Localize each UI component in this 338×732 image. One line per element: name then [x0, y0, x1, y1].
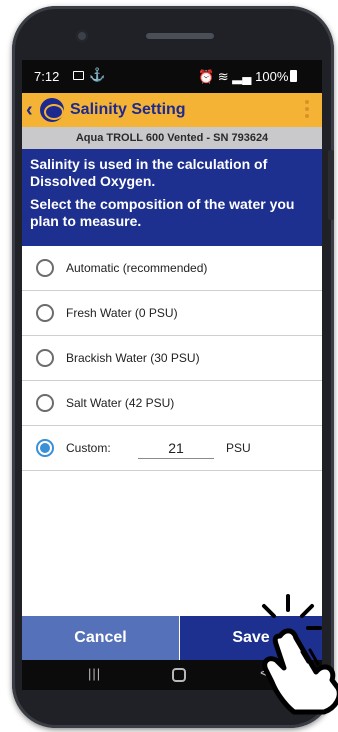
radio-button[interactable] — [36, 304, 54, 322]
cancel-button[interactable]: Cancel — [22, 616, 179, 660]
home-icon[interactable] — [172, 668, 186, 682]
custom-unit-label: PSU — [226, 441, 251, 455]
option-label: Custom: — [66, 441, 111, 455]
recents-icon[interactable]: ||| — [88, 666, 101, 681]
option-automatic[interactable]: Automatic (recommended) — [22, 246, 322, 291]
option-label: Salt Water (42 PSU) — [66, 396, 175, 410]
front-camera — [76, 30, 88, 42]
option-label: Fresh Water (0 PSU) — [66, 306, 178, 320]
option-custom[interactable]: Custom: PSU — [22, 426, 322, 471]
info-text-dissolved-oxygen: Salinity is used in the calculation of D… — [30, 156, 268, 189]
option-salt-water[interactable]: Salt Water (42 PSU) — [22, 381, 322, 426]
page-title: Salinity Setting — [70, 101, 186, 118]
device-name: Aqua TROLL 600 Vented - SN 793624 — [22, 127, 322, 149]
info-text-select-composition: Select the composition of the water you … — [30, 196, 295, 229]
option-brackish-water[interactable]: Brackish Water (30 PSU) — [22, 336, 322, 381]
custom-salinity-input[interactable] — [138, 437, 214, 459]
logo-icon — [40, 98, 64, 122]
chevron-left-icon[interactable]: ‹ — [26, 99, 33, 122]
option-label: Brackish Water (30 PSU) — [66, 351, 200, 365]
app-header: ‹ Salinity Setting — [22, 93, 322, 127]
earpiece — [146, 33, 214, 39]
status-indicators: ⏰ ≋ ▂▄ 100% — [198, 69, 289, 84]
salinity-options: Automatic (recommended) Fresh Water (0 P… — [22, 246, 322, 471]
radio-button-selected[interactable] — [36, 439, 54, 457]
option-fresh-water[interactable]: Fresh Water (0 PSU) — [22, 291, 322, 336]
status-bar: 7:12 ⚓ ⏰ ≋ ▂▄ 100% — [22, 60, 322, 93]
battery-icon — [290, 70, 297, 82]
option-label: Automatic (recommended) — [66, 261, 208, 275]
radio-button[interactable] — [36, 349, 54, 367]
tap-gesture-icon — [262, 594, 338, 715]
image-notification-icon — [73, 71, 84, 80]
info-panel: Salinity is used in the calculation of D… — [22, 149, 322, 246]
battery-percent: 100% — [255, 69, 289, 84]
radio-button[interactable] — [36, 394, 54, 412]
phone-side-button — [328, 150, 334, 220]
overflow-menu-icon[interactable] — [304, 100, 310, 120]
status-time: 7:12 — [34, 69, 60, 84]
anchor-notification-icon: ⚓ — [89, 67, 106, 82]
radio-button[interactable] — [36, 259, 54, 277]
